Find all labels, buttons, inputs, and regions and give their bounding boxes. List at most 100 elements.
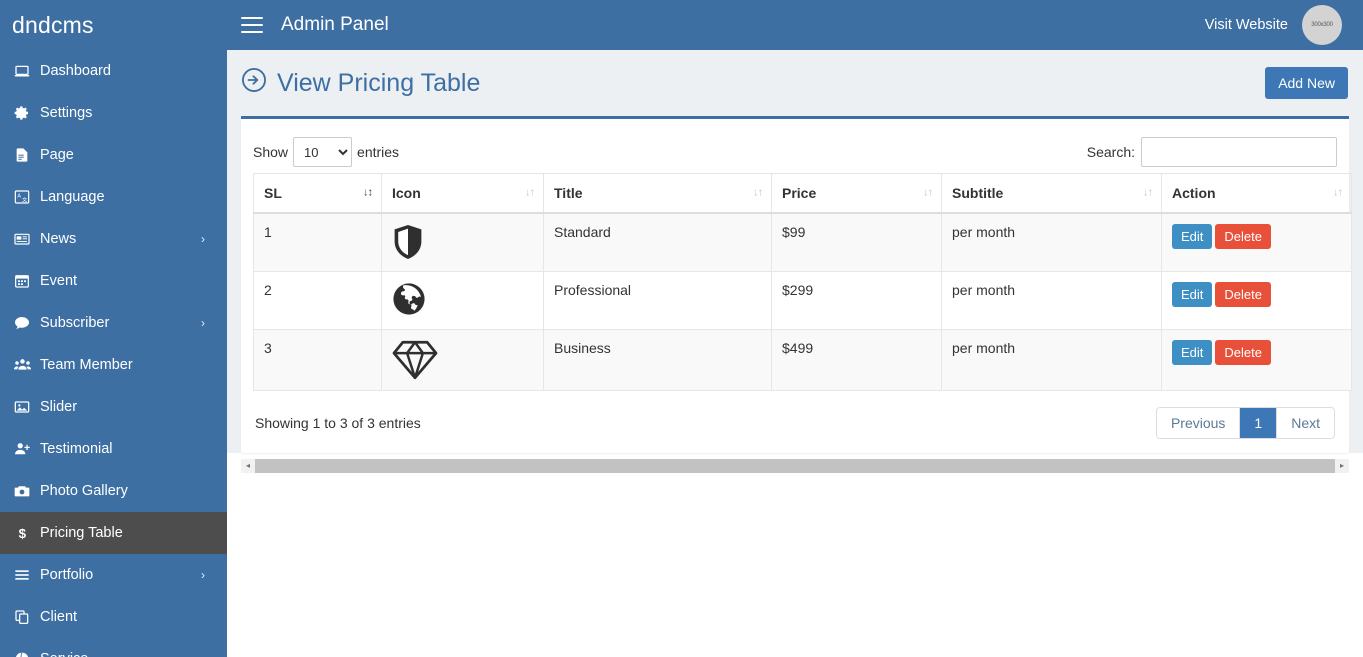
page-header: View Pricing Table Add New (227, 50, 1363, 116)
cell-price: $299 (771, 270, 942, 330)
add-new-button[interactable]: Add New (1265, 67, 1348, 99)
sidebar-item-label: Subscriber (40, 315, 110, 331)
brand-name: dndcms (12, 11, 94, 38)
globe-icon (14, 651, 40, 657)
sidebar-item-label: Slider (40, 399, 78, 415)
svg-text:A: A (17, 193, 21, 199)
sidebar-item-page[interactable]: Page (0, 134, 227, 176)
file-text-icon (14, 147, 40, 163)
sidebar-item-dashboard[interactable]: Dashboard (0, 50, 227, 92)
sidebar-item-news[interactable]: News › (0, 218, 227, 260)
entries-length-select[interactable]: 102550100 (293, 137, 353, 167)
delete-button[interactable]: Delete (1215, 281, 1271, 307)
sidebar-item-testimonial[interactable]: Testimonial (0, 428, 227, 470)
entries-label: entries (357, 144, 400, 160)
sidebar-item-label: Photo Gallery (40, 483, 128, 499)
sort-icon[interactable]: ↓↕ (363, 187, 373, 199)
column-header-sl[interactable]: SL ↓↕ (253, 173, 382, 214)
sidebar-item-subscriber[interactable]: Subscriber › (0, 302, 227, 344)
sidebar-item-photo-gallery[interactable]: Photo Gallery (0, 470, 227, 512)
cell-subtitle: per month (941, 328, 1162, 391)
calendar-icon (14, 273, 40, 289)
brand-logo[interactable]: dndcms (0, 0, 227, 50)
comment-icon (14, 315, 40, 331)
sidebar: dndcms Dashboard Settings Page A 文 Language Ne… (0, 0, 227, 657)
sidebar-item-label: Client (40, 609, 78, 625)
pagination-page-1[interactable]: 1 (1240, 407, 1278, 438)
avatar[interactable]: 300x300 (1302, 5, 1342, 45)
svg-text:$: $ (19, 526, 27, 541)
delete-button[interactable]: Delete (1215, 224, 1271, 249)
sidebar-item-label: Dashboard (40, 63, 111, 79)
column-header-label: Title (554, 185, 583, 201)
cell-price: $499 (771, 328, 942, 391)
sort-icon[interactable]: ↓↑ (1143, 187, 1153, 199)
sort-icon[interactable]: ↓↑ (753, 187, 763, 199)
sidebar-item-team-member[interactable]: Team Member (0, 344, 227, 386)
card-wrapper: Show 102550100 entries Search: SL ↓↕ Icon ↓… (227, 116, 1363, 453)
cell-sl: 3 (253, 328, 382, 391)
horizontal-scrollbar[interactable]: ◂ ▸ (241, 459, 1349, 473)
table-row: 3 Business $499 per month Edit Delete (253, 328, 1352, 391)
svg-text:文: 文 (22, 196, 28, 204)
pagination-previous[interactable]: Previous (1156, 407, 1241, 438)
globe-icon (392, 282, 533, 316)
delete-button[interactable]: Delete (1215, 339, 1271, 365)
edit-button[interactable]: Edit (1172, 339, 1213, 365)
column-header-price[interactable]: Price ↓↑ (771, 173, 942, 214)
cell-title: Professional (543, 270, 772, 330)
column-header-label: Action (1172, 185, 1216, 201)
sidebar-item-label: Testimonial (40, 441, 113, 457)
sort-icon[interactable]: ↓↑ (923, 187, 933, 199)
sort-icon[interactable]: ↓↑ (1333, 187, 1343, 199)
chevron-right-icon: › (201, 568, 205, 582)
topbar: Admin Panel Visit Website 300x300 (227, 0, 1363, 50)
sidebar-item-label: Portfolio (40, 567, 94, 583)
bars-icon (14, 567, 40, 583)
sidebar-item-settings[interactable]: Settings (0, 92, 227, 134)
cell-action: Edit Delete (1161, 212, 1352, 272)
arrow-circle-right-icon (241, 67, 267, 100)
sidebar-item-label: Service (40, 651, 88, 657)
datatable-footer: Showing 1 to 3 of 3 entries Previous 1 N… (253, 391, 1337, 445)
show-label: Show (253, 144, 289, 160)
sidebar-item-portfolio[interactable]: Portfolio › (0, 554, 227, 596)
scrollbar-thumb[interactable] (255, 459, 1335, 473)
search-input[interactable] (1141, 137, 1337, 167)
sidebar-item-pricing-table[interactable]: $ Pricing Table (0, 512, 227, 554)
cell-sl: 1 (253, 212, 382, 272)
cell-price: $99 (771, 212, 942, 272)
cell-title: Business (543, 328, 772, 391)
datatable-controls: Show 102550100 entries Search: (253, 131, 1337, 173)
column-header-label: Icon (392, 185, 421, 201)
users-icon (14, 357, 40, 373)
sidebar-item-label: Team Member (40, 357, 133, 373)
column-header-action[interactable]: Action ↓↑ (1161, 173, 1352, 214)
hamburger-icon[interactable] (241, 17, 263, 33)
column-header-title[interactable]: Title ↓↑ (543, 173, 772, 214)
sidebar-item-language[interactable]: A 文 Language (0, 176, 227, 218)
column-header-label: SL (264, 185, 282, 201)
sidebar-item-label: Language (40, 189, 105, 205)
sidebar-item-service[interactable]: Service (0, 638, 227, 657)
scroll-left-arrow-icon[interactable]: ◂ (241, 462, 255, 470)
scroll-right-arrow-icon[interactable]: ▸ (1335, 462, 1349, 470)
sidebar-item-event[interactable]: Event (0, 260, 227, 302)
pricing-table: SL ↓↕ Icon ↓↑ Title ↓↑ Price ↓↑ Subtitle ↓↑ Action… (253, 173, 1352, 391)
visit-website-link[interactable]: Visit Website (1205, 17, 1288, 33)
pagination-next[interactable]: Next (1277, 407, 1334, 438)
column-header-icon[interactable]: Icon ↓↑ (381, 173, 544, 214)
column-header-label: Subtitle (952, 185, 1004, 201)
shield-icon (392, 224, 533, 260)
chevron-right-icon: › (201, 232, 205, 246)
camera-icon (14, 483, 40, 499)
sort-icon[interactable]: ↓↑ (525, 187, 535, 199)
search-control: Search: (1087, 137, 1337, 167)
column-header-subtitle[interactable]: Subtitle ↓↑ (941, 173, 1162, 214)
sidebar-item-label: Settings (40, 105, 93, 121)
edit-button[interactable]: Edit (1172, 281, 1213, 307)
edit-button[interactable]: Edit (1172, 224, 1213, 249)
chevron-right-icon: › (201, 316, 205, 330)
sidebar-item-client[interactable]: Client (0, 596, 227, 638)
sidebar-item-slider[interactable]: Slider (0, 386, 227, 428)
